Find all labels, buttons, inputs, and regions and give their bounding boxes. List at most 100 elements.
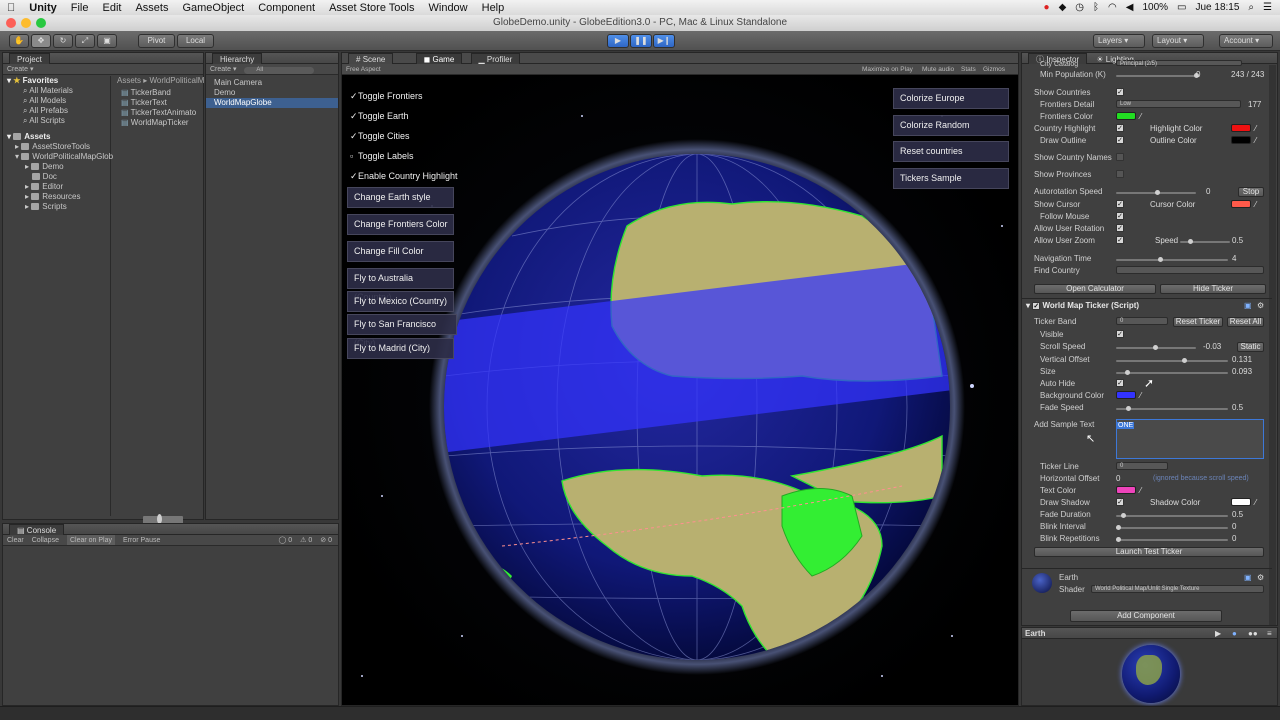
blink-interval-value[interactable]: 0	[1232, 522, 1236, 532]
game-viewport[interactable]: ✓Toggle Frontiers ✓Toggle Earth ✓Toggle …	[342, 76, 1018, 705]
folder-doc[interactable]: Doc	[3, 172, 110, 182]
eyedropper-icon[interactable]: ⁄	[1255, 124, 1256, 134]
favorite-all-materials[interactable]: ⌕ All Materials	[3, 86, 110, 96]
play-button[interactable]: ▶	[607, 34, 629, 48]
scroll-speed-slider[interactable]	[1116, 345, 1196, 350]
volume-icon[interactable]: ◀	[1126, 2, 1134, 13]
hierarchy-item[interactable]: Demo	[206, 88, 338, 98]
menu-file[interactable]: File	[64, 2, 96, 14]
hierarchy-search[interactable]: All	[244, 67, 315, 74]
slider-knob[interactable]	[1125, 370, 1130, 375]
allow-user-zoom-checkbox[interactable]: ✓	[1116, 236, 1124, 244]
min-population-slider[interactable]	[1116, 73, 1199, 78]
folder-assetstoretools[interactable]: ▸ AssetStoreTools	[3, 142, 110, 152]
scale-tool-button[interactable]: ⤢	[75, 34, 95, 48]
slider-knob[interactable]	[1126, 406, 1131, 411]
account-dropdown[interactable]: Account ▾	[1219, 34, 1273, 48]
shadow-color-swatch[interactable]	[1231, 498, 1251, 506]
favorite-all-models[interactable]: ⌕ All Models	[3, 96, 110, 106]
layout-dropdown[interactable]: Layout ▾	[1152, 34, 1204, 48]
draw-outline-checkbox[interactable]: ✓	[1116, 136, 1124, 144]
fade-duration-value[interactable]: 0.5	[1232, 510, 1243, 520]
hand-tool-button[interactable]: ✋	[9, 34, 29, 48]
eyedropper-icon[interactable]: ⁄	[1140, 486, 1141, 496]
folder-worldpoliticalmap[interactable]: ▾ WorldPoliticalMapGlob	[3, 152, 113, 162]
slider-knob[interactable]	[1182, 358, 1187, 363]
pause-button[interactable]: ❚❚	[630, 34, 652, 48]
sample-text-area[interactable]: ONE	[1116, 419, 1264, 459]
horizontal-offset-value[interactable]: 0	[1116, 474, 1120, 484]
show-cursor-checkbox[interactable]: ✓	[1116, 200, 1124, 208]
eyedropper-icon[interactable]: ⁄	[1140, 391, 1141, 401]
bluetooth-icon[interactable]: ᛒ	[1093, 2, 1099, 13]
help-icon[interactable]: ▣	[1244, 301, 1252, 311]
allow-user-rotation-checkbox[interactable]: ✓	[1116, 224, 1124, 232]
fly-madrid-button[interactable]: Fly to Madrid (City)	[347, 338, 454, 359]
zoom-speed-slider[interactable]	[1180, 239, 1230, 244]
menu-assets[interactable]: Assets	[128, 2, 175, 14]
slider-knob[interactable]	[1155, 190, 1160, 195]
fly-san-francisco-button[interactable]: Fly to San Francisco (City)	[347, 314, 457, 348]
apple-icon[interactable]: 	[0, 2, 22, 14]
menu-app[interactable]: Unity	[22, 2, 64, 14]
menu-list-icon[interactable]: ☰	[1263, 2, 1272, 13]
step-button[interactable]: ▶❙	[653, 34, 675, 48]
reset-ticker-button[interactable]: Reset Ticker	[1173, 317, 1223, 327]
frontiers-detail-dropdown[interactable]: Low	[1116, 100, 1241, 108]
find-country-dropdown[interactable]	[1116, 266, 1264, 274]
tab-project[interactable]: Project	[9, 53, 50, 64]
file-item[interactable]: ▤ WorldMapTicker	[113, 118, 203, 128]
blink-repetitions-slider[interactable]	[1116, 537, 1228, 542]
size-value[interactable]: 0.093	[1232, 367, 1252, 377]
inspector-scrollbar[interactable]	[1269, 65, 1276, 625]
tab-console[interactable]: ▤ Console	[9, 524, 65, 535]
component-header[interactable]: ▾ ✓ World Map Ticker (Script)	[1026, 301, 1139, 311]
gizmos-dropdown[interactable]: Gizmos	[983, 64, 1005, 75]
sphere-icon[interactable]: ●	[1232, 628, 1237, 639]
eyedropper-icon[interactable]: ⁄	[1255, 200, 1256, 210]
layers-dropdown[interactable]: Layers ▾	[1093, 34, 1145, 48]
eyedropper-icon[interactable]: ⁄	[1255, 136, 1256, 146]
wifi-icon[interactable]: ◠	[1108, 2, 1117, 13]
tab-game[interactable]: ◼ Game	[415, 53, 463, 64]
colorize-europe-button[interactable]: Colorize Europe	[893, 88, 1009, 109]
hide-ticker-button[interactable]: Hide Ticker	[1160, 284, 1266, 294]
visible-checkbox[interactable]: ✓	[1116, 330, 1124, 338]
help-icon[interactable]: ▣	[1244, 573, 1252, 583]
hierarchy-item[interactable]: Main Camera	[206, 78, 338, 88]
assets-folder[interactable]: ▾ Assets	[3, 132, 110, 142]
cursor-color-swatch[interactable]	[1231, 200, 1251, 208]
ticker-band-dropdown[interactable]: 0	[1116, 317, 1168, 325]
fly-mexico-button[interactable]: Fly to Mexico (Country)	[347, 291, 454, 312]
tab-profiler[interactable]: ▁ Profiler	[470, 53, 521, 64]
toggle-earth[interactable]: ✓Toggle Earth	[350, 110, 409, 122]
slider-knob[interactable]	[1116, 525, 1121, 530]
file-item[interactable]: ▤ TickerTextAnimato	[113, 108, 203, 118]
warning-count[interactable]: ⚠ 0	[300, 535, 312, 545]
fade-duration-slider[interactable]	[1116, 513, 1228, 518]
change-frontiers-color-button[interactable]: Change Frontiers Color	[347, 214, 454, 235]
search-icon[interactable]: ⌕	[1248, 2, 1254, 13]
follow-mouse-checkbox[interactable]: ✓	[1116, 212, 1124, 220]
static-button[interactable]: Static	[1237, 342, 1264, 352]
reset-countries-button[interactable]: Reset countries	[893, 141, 1009, 162]
slider-knob[interactable]	[1188, 239, 1193, 244]
navigation-time-value[interactable]: 4	[1232, 254, 1236, 264]
battery-icon[interactable]: ▭	[1177, 2, 1186, 13]
autorotation-speed-value[interactable]: 0	[1206, 187, 1210, 197]
reset-all-button[interactable]: Reset All	[1227, 317, 1264, 327]
toggle-country-highlight[interactable]: ✓Enable Country Highlight	[350, 170, 458, 182]
show-countries-checkbox[interactable]: ✓	[1116, 88, 1124, 96]
tab-hierarchy[interactable]: Hierarchy	[212, 53, 263, 64]
light-toggle-icon[interactable]: ●●	[1248, 628, 1258, 639]
stats-toggle[interactable]: Stats	[961, 64, 976, 75]
blink-interval-slider[interactable]	[1116, 525, 1228, 530]
launch-test-ticker-button[interactable]: Launch Test Ticker	[1034, 547, 1264, 557]
slider-knob[interactable]	[1121, 513, 1126, 518]
hierarchy-item-selected[interactable]: WorldMapGlobe	[206, 98, 338, 108]
toggle-frontiers[interactable]: ✓Toggle Frontiers	[350, 90, 423, 102]
gear-icon[interactable]: ⚙	[1257, 573, 1264, 583]
scroll-speed-value[interactable]: -0.03	[1203, 342, 1221, 352]
breadcrumb[interactable]: Assets ▸ WorldPoliticalM	[113, 76, 204, 86]
min-population-value[interactable]: 0	[1196, 70, 1200, 80]
